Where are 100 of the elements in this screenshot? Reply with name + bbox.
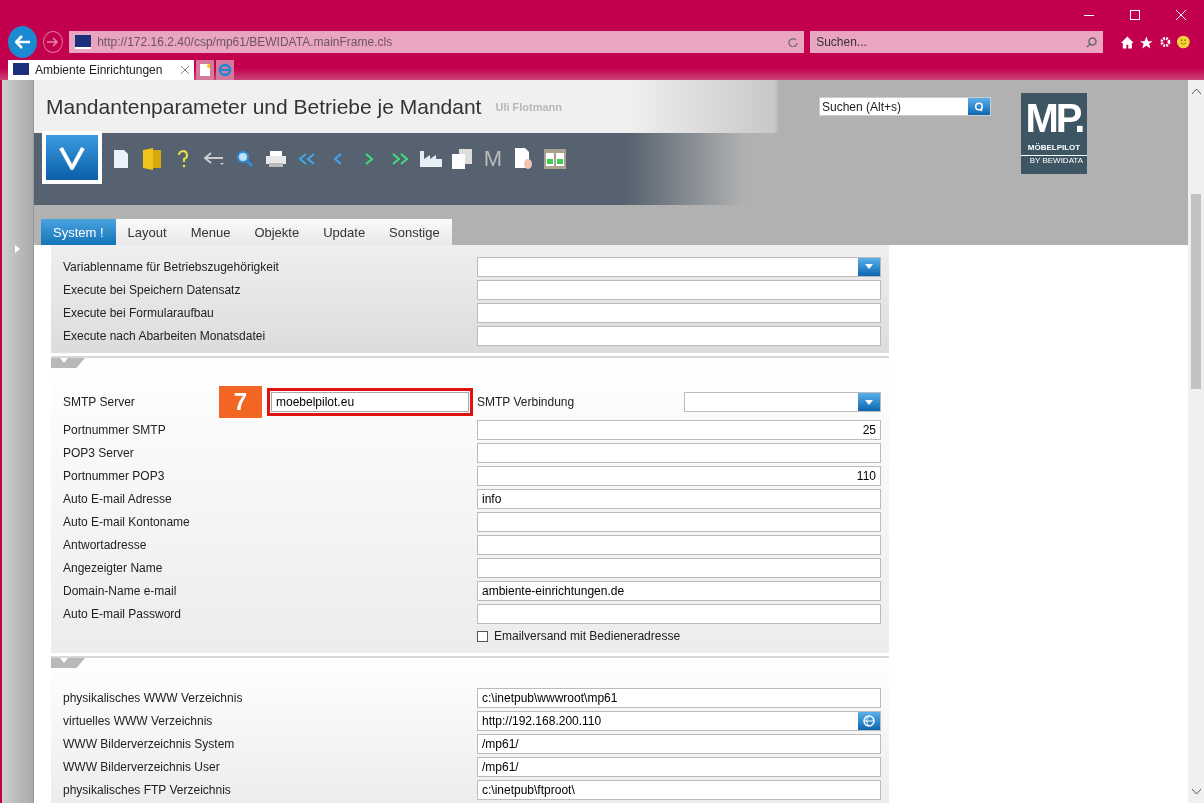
star-icon[interactable] <box>1139 35 1153 49</box>
input-field[interactable] <box>477 557 881 578</box>
search-icon <box>974 101 984 112</box>
input-field[interactable]: /mp61/ <box>477 733 881 754</box>
dropdown-button[interactable] <box>858 393 880 411</box>
page-title: Mandantenparameter und Betriebe je Mandant <box>46 94 482 119</box>
address-bar[interactable]: http://172.16.2.40/csp/mp61/BEWIDATA.mainFrame.cls <box>69 31 805 53</box>
input-field[interactable]: http://192.168.200.110 <box>477 710 881 731</box>
input-field[interactable]: info <box>477 488 881 509</box>
translate-icon <box>544 149 566 169</box>
field-label: Auto E-mail Password <box>63 606 183 621</box>
back-button[interactable] <box>8 26 38 58</box>
input-field[interactable]: 25 <box>477 419 881 440</box>
new-page-icon <box>200 64 210 76</box>
tab[interactable]: Layout <box>115 219 179 245</box>
tab[interactable]: Objekte <box>242 219 312 245</box>
home-icon[interactable] <box>1121 35 1134 49</box>
dropdown-field[interactable] <box>684 392 881 412</box>
tab[interactable]: Sonstige <box>377 219 452 245</box>
dropdown-field[interactable] <box>477 256 881 277</box>
field-label: Domain-Name e-mail <box>63 583 178 598</box>
input-field[interactable] <box>477 603 881 624</box>
input-field[interactable]: c:\inetpub\ftproot\ <box>477 779 881 800</box>
browser-logo-icon <box>218 63 232 77</box>
new-tab-button[interactable] <box>196 60 214 80</box>
double-chevron-right-icon <box>391 153 409 165</box>
field-label: Execute bei Formularaufbau <box>63 305 215 320</box>
step-badge: 7 <box>219 386 262 418</box>
field-label: WWW Bilderverzeichnis System <box>63 736 236 751</box>
input-field[interactable] <box>477 279 881 300</box>
field-label: Portnummer POP3 <box>63 468 166 483</box>
checkmark-icon <box>59 145 85 170</box>
search-field[interactable]: Suchen... <box>810 31 1104 53</box>
search-field[interactable]: Suchen (Alt+s) <box>819 97 991 116</box>
chevron-right-icon <box>365 153 373 165</box>
maximize-icon <box>1130 10 1140 20</box>
forward-arrow-icon <box>47 37 60 47</box>
scrollbar-thumb[interactable] <box>1191 194 1201 389</box>
site-favicon <box>75 35 92 49</box>
folder-button[interactable] <box>141 147 163 171</box>
search-icon <box>236 150 254 168</box>
field-label: Execute bei Speichern Datensatz <box>63 282 242 297</box>
double-chevron-left-icon <box>298 153 316 165</box>
field-label: Antwortadresse <box>63 537 148 552</box>
input-field[interactable]: moebelpilot.eu <box>271 392 469 412</box>
scroll-down-icon[interactable] <box>1191 789 1201 795</box>
field-label: physikalisches WWW Verzeichnis <box>63 690 244 705</box>
chevron-left-icon <box>334 153 342 165</box>
search-button[interactable] <box>968 98 990 115</box>
field-label: Angezeigter Name <box>63 560 164 575</box>
translate-button[interactable] <box>544 147 566 171</box>
input-field[interactable] <box>477 534 881 555</box>
input-field[interactable]: c:\inetpub\wwwroot\mp61 <box>477 687 881 708</box>
input-field[interactable] <box>477 302 881 323</box>
checkbox-label: Emailversand mit Bedieneradresse <box>494 629 681 643</box>
input-field[interactable] <box>477 325 881 346</box>
field-label: POP3 Server <box>63 445 135 460</box>
field-label: physikalisches FTP Verzeichnis <box>63 782 232 797</box>
printer-icon <box>266 151 286 167</box>
tab[interactable]: Update <box>311 219 378 245</box>
settings-icon[interactable] <box>1158 35 1172 49</box>
copy-icon <box>452 149 472 169</box>
input-field[interactable] <box>477 511 881 532</box>
user-name: Uli Flotmann <box>495 100 563 113</box>
smiley-icon[interactable] <box>1177 35 1190 49</box>
factory-icon <box>420 151 442 167</box>
caret-icon <box>865 399 873 405</box>
copy-button[interactable] <box>451 147 473 171</box>
tab[interactable]: Menue <box>178 219 243 245</box>
confirm-button[interactable] <box>42 131 102 184</box>
field-label: Variablenname für Betriebszugehörigkeit <box>63 259 280 274</box>
field-label: Portnummer SMTP <box>63 422 167 437</box>
field-label: WWW Bilderverzeichnis User <box>63 759 221 774</box>
folder-icon <box>143 148 161 170</box>
input-field[interactable] <box>477 442 881 463</box>
field-label: SMTP Server <box>63 395 136 409</box>
site-favicon <box>13 63 29 77</box>
field-label: SMTP Verbindung <box>477 395 576 409</box>
caret-icon <box>865 264 873 269</box>
back-arrow-icon <box>14 35 31 49</box>
question-mark-icon <box>177 150 189 168</box>
input-field[interactable]: 110 <box>477 465 881 486</box>
close-icon <box>1176 10 1186 20</box>
browser-tab[interactable]: Ambiente Einrichtungen <box>8 60 194 80</box>
arrow-left-icon <box>203 151 225 167</box>
minimize-icon <box>1084 14 1094 16</box>
close-icon[interactable] <box>181 66 189 74</box>
caret-icon <box>60 358 68 363</box>
document-hand-button[interactable] <box>513 147 535 171</box>
document-hand-icon <box>515 148 533 170</box>
checkbox[interactable] <box>477 630 488 642</box>
field-label: Auto E-mail Adresse <box>63 491 173 506</box>
tab[interactable]: System ! <box>41 219 116 245</box>
dropdown-button[interactable] <box>858 257 880 276</box>
globe-icon <box>863 714 875 727</box>
input-field[interactable]: ambiente-einrichtungen.de <box>477 580 881 601</box>
input-field[interactable]: /mp61/ <box>477 756 881 777</box>
scroll-up-icon[interactable] <box>1191 88 1201 94</box>
caret-icon <box>60 658 68 663</box>
globe-button[interactable] <box>858 711 880 730</box>
